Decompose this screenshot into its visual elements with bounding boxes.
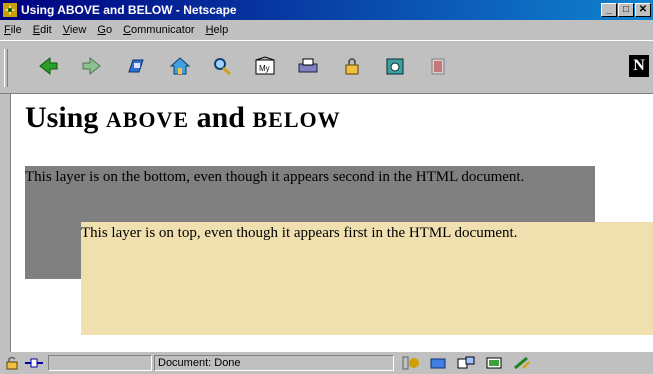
menu-file[interactable]: File bbox=[4, 24, 22, 36]
window-controls: _ □ ✕ bbox=[601, 3, 651, 17]
menu-bar: File Edit View Go Communicator Help bbox=[0, 20, 653, 40]
forward-icon[interactable] bbox=[80, 53, 104, 79]
menu-help[interactable]: Help bbox=[206, 24, 229, 36]
discussion-icon[interactable] bbox=[452, 355, 480, 371]
menu-file-mnemonic: F bbox=[4, 24, 11, 36]
component-bar bbox=[396, 355, 536, 371]
print-icon[interactable] bbox=[296, 53, 320, 79]
connection-icon[interactable] bbox=[24, 355, 44, 371]
menu-go-label: o bbox=[105, 24, 113, 36]
back-icon[interactable] bbox=[36, 53, 60, 79]
my-netscape-icon[interactable]: My bbox=[253, 53, 277, 79]
security-lock-icon[interactable] bbox=[2, 355, 22, 371]
reload-icon[interactable] bbox=[124, 53, 148, 79]
minimize-button[interactable]: _ bbox=[601, 3, 617, 17]
menu-view-mnemonic: V bbox=[62, 24, 70, 36]
conference-icon[interactable] bbox=[508, 355, 536, 371]
status-text: Document: Done bbox=[154, 355, 394, 371]
top-layer-text: This layer is on top, even though it app… bbox=[81, 225, 518, 241]
top-layer: This layer is on top, even though it app… bbox=[81, 222, 653, 335]
menu-edit-mnemonic: E bbox=[32, 24, 41, 36]
menu-edit[interactable]: Edit bbox=[33, 24, 52, 36]
home-icon[interactable] bbox=[168, 53, 192, 79]
toolbar-grip[interactable] bbox=[4, 49, 8, 87]
my-label: My bbox=[259, 64, 270, 73]
heading-using: Using bbox=[25, 101, 106, 134]
progress-bar bbox=[48, 355, 152, 371]
navigation-toolbar: My N bbox=[0, 40, 653, 94]
composer-icon[interactable] bbox=[480, 355, 508, 371]
bottom-layer-text: This layer is on the bottom, even though… bbox=[25, 169, 525, 185]
menu-file-label: ile bbox=[10, 24, 22, 36]
menu-go-mnemonic: G bbox=[97, 24, 106, 36]
netscape-window-icon[interactable] bbox=[2, 2, 18, 18]
status-bar: Document: Done bbox=[0, 352, 653, 374]
menu-help-mnemonic: H bbox=[205, 24, 214, 36]
window-title: Using ABOVE and BELOW - Netscape bbox=[21, 3, 237, 17]
title-bar: Using ABOVE and BELOW - Netscape _ □ ✕ bbox=[0, 0, 653, 20]
shop-icon[interactable] bbox=[383, 53, 407, 79]
heading-below: BELOW bbox=[252, 107, 341, 132]
close-button[interactable]: ✕ bbox=[635, 3, 651, 17]
menu-edit-label: dit bbox=[40, 24, 52, 36]
menu-view-label: iew bbox=[69, 24, 87, 36]
security-icon[interactable] bbox=[340, 53, 364, 79]
menu-communicator[interactable]: Communicator bbox=[123, 24, 195, 36]
page-heading: Using ABOVE and BELOW bbox=[25, 101, 341, 135]
mailbox-icon[interactable] bbox=[424, 355, 452, 371]
menu-communicator-mnemonic: C bbox=[123, 24, 132, 36]
netscape-logo[interactable]: N bbox=[629, 55, 649, 77]
menu-go[interactable]: Go bbox=[97, 24, 112, 36]
menu-view[interactable]: View bbox=[63, 24, 87, 36]
maximize-button[interactable]: □ bbox=[618, 3, 634, 17]
menu-communicator-label: ommunicator bbox=[131, 24, 195, 36]
search-icon[interactable] bbox=[210, 53, 234, 79]
navigator-icon[interactable] bbox=[396, 355, 424, 371]
page-content: Using ABOVE and BELOW This layer is on t… bbox=[10, 93, 653, 352]
stop-icon[interactable] bbox=[426, 53, 450, 79]
heading-and: and bbox=[189, 101, 253, 134]
heading-above: ABOVE bbox=[105, 107, 190, 132]
menu-help-label: elp bbox=[213, 24, 229, 36]
